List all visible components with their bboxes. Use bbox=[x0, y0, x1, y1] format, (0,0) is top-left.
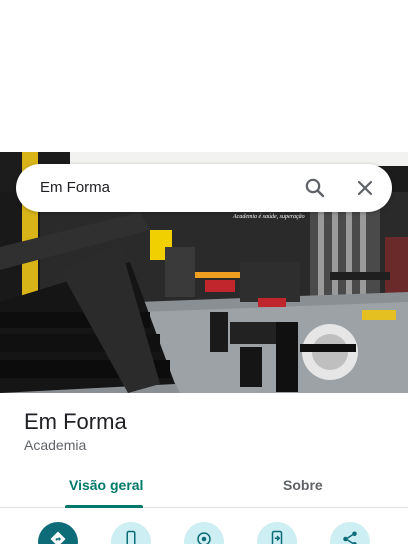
place-title: Em Forma bbox=[24, 409, 127, 434]
nearby-icon bbox=[197, 532, 211, 544]
search-icon[interactable] bbox=[303, 176, 327, 200]
search-bar[interactable]: Em Forma bbox=[16, 164, 392, 212]
place-category[interactable]: Academia bbox=[24, 437, 86, 453]
map-blank-area bbox=[0, 0, 408, 152]
directions-icon bbox=[50, 531, 66, 544]
share-button[interactable] bbox=[330, 522, 370, 544]
search-input[interactable]: Em Forma bbox=[40, 179, 110, 196]
active-tab-indicator bbox=[65, 505, 143, 508]
directions-button[interactable] bbox=[38, 522, 78, 544]
place-tabs: Visão geral Sobre bbox=[0, 468, 408, 508]
share-icon bbox=[343, 531, 357, 544]
phone-icon bbox=[126, 530, 136, 544]
nearby-button[interactable] bbox=[184, 522, 224, 544]
tab-about[interactable]: Sobre bbox=[283, 477, 323, 493]
send-to-phone-button[interactable] bbox=[257, 522, 297, 544]
close-icon[interactable] bbox=[353, 176, 377, 200]
call-button[interactable] bbox=[111, 522, 151, 544]
send-to-phone-icon bbox=[271, 530, 283, 544]
wall-lettering: Academia é saúde, superação bbox=[232, 214, 305, 220]
tab-overview[interactable]: Visão geral bbox=[69, 477, 143, 493]
